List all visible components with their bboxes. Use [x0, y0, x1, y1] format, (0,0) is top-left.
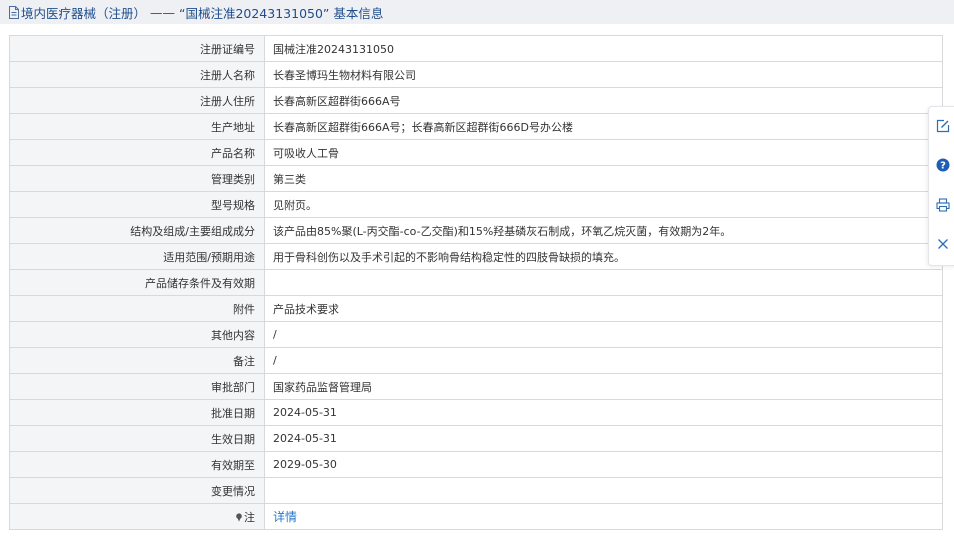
- page-title-suffix: 基本信息: [329, 5, 384, 21]
- row-value: [264, 477, 943, 504]
- print-button[interactable]: [934, 197, 952, 215]
- row-label: 注册证编号: [9, 35, 265, 62]
- row-value: 2024-05-31: [264, 399, 943, 426]
- row-value: 2024-05-31: [264, 425, 943, 452]
- row-value: 国家药品监督管理局: [264, 373, 943, 400]
- help-button[interactable]: ?: [934, 157, 952, 175]
- table-row: 生效日期 2024-05-31: [9, 425, 943, 452]
- row-label: 备注: [9, 347, 265, 374]
- table-row: 审批部门 国家药品监督管理局: [9, 373, 943, 400]
- row-value: 2029-05-30: [264, 451, 943, 478]
- row-label: 有效期至: [9, 451, 265, 478]
- row-value: 可吸收人工骨: [264, 139, 943, 166]
- row-value: 国械注准20243131050: [264, 35, 943, 62]
- row-label: 注册人住所: [9, 87, 265, 114]
- note-label: 注: [244, 510, 255, 524]
- row-value: 长春圣博玛生物材料有限公司: [264, 61, 943, 88]
- table-row: 注册证编号 国械注准20243131050: [9, 35, 943, 62]
- row-value: 长春高新区超群街666A号；长春高新区超群街666D号办公楼: [264, 113, 943, 140]
- row-label: 型号规格: [9, 191, 265, 218]
- row-label: 产品储存条件及有效期: [9, 269, 265, 296]
- row-value: 第三类: [264, 165, 943, 192]
- row-label: 生产地址: [9, 113, 265, 140]
- details-link[interactable]: 详情: [273, 510, 297, 524]
- print-icon: [936, 197, 950, 215]
- floating-toolbar: ?: [928, 106, 954, 266]
- table-row: 附件 产品技术要求: [9, 295, 943, 322]
- table-row: 备注 /: [9, 347, 943, 374]
- table-row-note: 注 详情: [9, 503, 943, 530]
- table-row: 其他内容 /: [9, 321, 943, 348]
- table-row: 适用范围/预期用途 用于骨科创伤以及手术引起的不影响骨结构稳定性的四肢骨缺损的填充…: [9, 243, 943, 270]
- note-value-cell: 详情: [264, 503, 943, 530]
- row-label: 生效日期: [9, 425, 265, 452]
- row-label: 其他内容: [9, 321, 265, 348]
- document-icon: [8, 5, 20, 19]
- row-value: 产品技术要求: [264, 295, 943, 322]
- row-label: 注册人名称: [9, 61, 265, 88]
- table-row: 变更情况: [9, 477, 943, 504]
- row-label: 适用范围/预期用途: [9, 243, 265, 270]
- table-row: 批准日期 2024-05-31: [9, 399, 943, 426]
- table-row: 产品名称 可吸收人工骨: [9, 139, 943, 166]
- table-row: 产品储存条件及有效期: [9, 269, 943, 296]
- row-label: 附件: [9, 295, 265, 322]
- edit-button[interactable]: [934, 118, 952, 136]
- page-title-bar: 境内医疗器械（注册） —— “国械注准20243131050” 基本信息: [0, 0, 954, 24]
- page-title-category: 境内医疗器械（注册）: [21, 5, 147, 21]
- help-icon: ?: [936, 158, 950, 175]
- row-value: 长春高新区超群街666A号: [264, 87, 943, 114]
- table-row: 型号规格 见附页。: [9, 191, 943, 218]
- edit-icon: [936, 119, 950, 136]
- row-label: 批准日期: [9, 399, 265, 426]
- svg-text:?: ?: [940, 160, 946, 171]
- table-row: 有效期至 2029-05-30: [9, 451, 943, 478]
- row-value: [264, 269, 943, 296]
- note-label-cell: 注: [9, 503, 265, 530]
- page-title-separator: ——: [146, 4, 179, 20]
- row-value: /: [264, 347, 943, 374]
- row-value: 用于骨科创伤以及手术引起的不影响骨结构稳定性的四肢骨缺损的填充。: [264, 243, 943, 270]
- close-icon: [937, 238, 949, 253]
- row-label: 结构及组成/主要组成成分: [9, 217, 265, 244]
- row-label: 产品名称: [9, 139, 265, 166]
- table-row: 结构及组成/主要组成成分 该产品由85%聚(L-丙交酯-co-乙交酯)和15%羟基…: [9, 217, 943, 244]
- page-title-cert: “国械注准20243131050”: [178, 5, 330, 21]
- detail-table: 注册证编号 国械注准20243131050 注册人名称 长春圣博玛生物材料有限公司 …: [9, 35, 943, 530]
- table-row: 注册人名称 长春圣博玛生物材料有限公司: [9, 61, 943, 88]
- close-button[interactable]: [934, 236, 952, 254]
- table-row: 管理类别 第三类: [9, 165, 943, 192]
- row-label: 管理类别: [9, 165, 265, 192]
- row-label: 变更情况: [9, 477, 265, 504]
- row-value: /: [264, 321, 943, 348]
- row-value: 见附页。: [264, 191, 943, 218]
- row-value: 该产品由85%聚(L-丙交酯-co-乙交酯)和15%羟基磷灰石制成，环氧乙烷灭菌…: [264, 217, 943, 244]
- table-row: 生产地址 长春高新区超群街666A号；长春高新区超群街666D号办公楼: [9, 113, 943, 140]
- row-label: 审批部门: [9, 373, 265, 400]
- table-row: 注册人住所 长春高新区超群街666A号: [9, 87, 943, 114]
- pin-icon: [235, 512, 243, 522]
